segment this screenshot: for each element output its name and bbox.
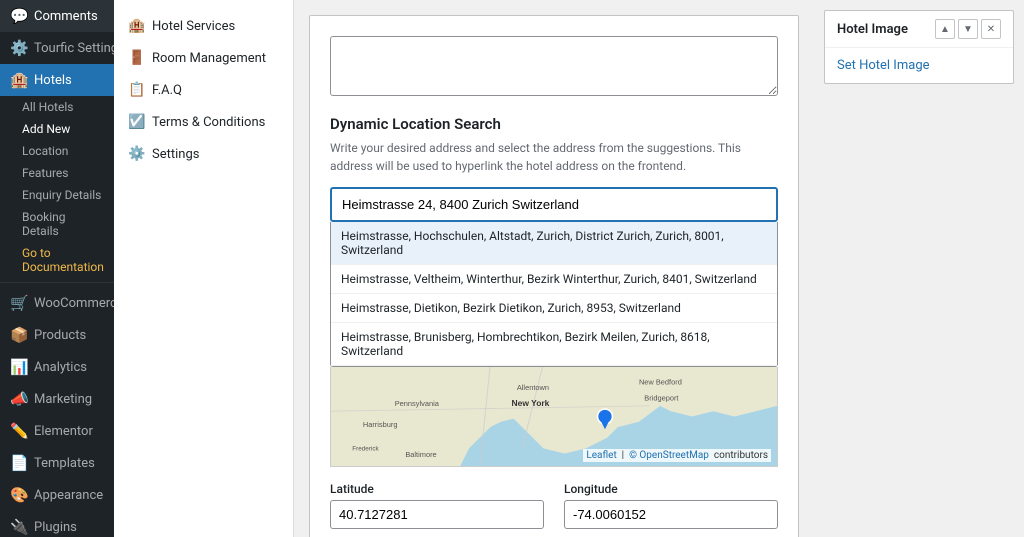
latitude-label: Latitude: [330, 482, 544, 496]
sidebar-subitem-location[interactable]: Location: [0, 140, 114, 162]
description-textarea[interactable]: [330, 36, 778, 96]
hotel-services-icon: 🏨: [128, 18, 144, 34]
sidebar-subitem-features[interactable]: Features: [0, 162, 114, 184]
hotel-image-panel-body: Set Hotel Image: [825, 48, 1013, 83]
map-credit: Leaflet | © OpenStreetMap contributors: [583, 449, 771, 462]
sidebar-item-label: Analytics: [34, 360, 87, 375]
sidebar-item-marketing[interactable]: 📣 Marketing: [0, 383, 114, 415]
main-area: 🏨 Hotel Services 🚪 Room Management 📋 F.A…: [114, 0, 1024, 537]
sidebar-divider: [0, 282, 114, 283]
tourfic-settings-icon: ⚙️: [10, 39, 28, 57]
latitude-col: Latitude: [330, 482, 544, 529]
hotel-image-title: Hotel Image: [837, 22, 908, 37]
sidebar-subitem-booking-details[interactable]: Booking Details: [0, 206, 114, 242]
longitude-col: Longitude: [564, 482, 778, 529]
submenu-settings-icon: ⚙️: [128, 146, 144, 162]
longitude-label: Longitude: [564, 482, 778, 496]
sidebar-item-plugins[interactable]: 🔌 Plugins: [0, 511, 114, 537]
sidebar-item-label: Hotels: [34, 73, 72, 88]
sidebar-item-label: WooCommerce: [34, 296, 114, 311]
sidebar-item-label: Appearance: [34, 488, 103, 503]
location-suggestion-2[interactable]: Heimstrasse, Veltheim, Winterthur, Bezir…: [331, 265, 777, 294]
location-suggestion-4[interactable]: Heimstrasse, Brunisberg, Hombrechtikon, …: [331, 323, 777, 366]
faq-icon: 📋: [128, 82, 144, 98]
sidebar: 💬 Comments ⚙️ Tourfic Settings 🏨 Hotels …: [0, 0, 114, 537]
sidebar-item-hotels[interactable]: 🏨 Hotels: [0, 64, 114, 96]
sidebar-subitem-enquiry-details[interactable]: Enquiry Details: [0, 184, 114, 206]
right-sidebar: Hotel Image ▲ ▼ ✕ Set Hotel Image: [814, 0, 1024, 537]
sidebar-item-templates[interactable]: 📄 Templates: [0, 447, 114, 479]
hotel-image-panel-header: Hotel Image ▲ ▼ ✕: [825, 11, 1013, 48]
hotel-image-up-button[interactable]: ▲: [935, 19, 955, 39]
dynamic-location-title: Dynamic Location Search: [330, 115, 778, 133]
svg-text:Bridgeport: Bridgeport: [644, 394, 678, 403]
sidebar-item-label: Marketing: [34, 392, 92, 407]
location-suggestions-dropdown: Heimstrasse, Hochschulen, Altstadt, Zuri…: [330, 222, 778, 367]
hotel-image-panel-actions: ▲ ▼ ✕: [935, 19, 1001, 39]
map-container: Pennsylvania Harrisburg New York Allento…: [330, 367, 778, 467]
location-search-input[interactable]: [330, 187, 778, 222]
svg-text:Baltimore: Baltimore: [405, 450, 436, 459]
sidebar-item-products[interactable]: 📦 Products: [0, 319, 114, 351]
dynamic-location-description: Write your desired address and select th…: [330, 139, 778, 175]
products-icon: 📦: [10, 326, 28, 344]
svg-text:Pennsylvania: Pennsylvania: [395, 399, 440, 408]
plugins-icon: 🔌: [10, 518, 28, 536]
longitude-input[interactable]: [564, 500, 778, 529]
main-panel: Dynamic Location Search Write your desir…: [309, 15, 799, 537]
location-suggestion-1[interactable]: Heimstrasse, Hochschulen, Altstadt, Zuri…: [331, 222, 777, 265]
submenu-faq[interactable]: 📋 F.A.Q: [114, 74, 293, 106]
dynamic-location-section: Dynamic Location Search Write your desir…: [330, 115, 778, 529]
sidebar-item-appearance[interactable]: 🎨 Appearance: [0, 479, 114, 511]
sidebar-subitem-documentation[interactable]: Go to Documentation: [0, 242, 114, 278]
content-area: Dynamic Location Search Write your desir…: [294, 0, 814, 537]
sidebar-item-label: Tourfic Settings: [34, 41, 114, 56]
svg-text:New York: New York: [512, 398, 550, 408]
latitude-input[interactable]: [330, 500, 544, 529]
osm-link[interactable]: © OpenStreetMap: [629, 450, 709, 461]
coordinates-row: Latitude Longitude: [330, 482, 778, 529]
hotel-image-close-button[interactable]: ✕: [981, 19, 1001, 39]
sidebar-item-label: Products: [34, 328, 86, 343]
sidebar-item-label: Comments: [34, 9, 98, 24]
appearance-icon: 🎨: [10, 486, 28, 504]
sidebar-item-comments[interactable]: 💬 Comments: [0, 0, 114, 32]
templates-icon: 📄: [10, 454, 28, 472]
elementor-icon: ✏️: [10, 422, 28, 440]
svg-text:New Bedford: New Bedford: [639, 378, 682, 387]
submenu-terms-conditions[interactable]: ☑️ Terms & Conditions: [114, 106, 293, 138]
sidebar-item-elementor[interactable]: ✏️ Elementor: [0, 415, 114, 447]
sidebar-item-woocommerce[interactable]: 🛒 WooCommerce: [0, 287, 114, 319]
hotel-image-down-button[interactable]: ▼: [958, 19, 978, 39]
location-search-wrapper: ➡ Heimstrasse, Hochschulen, Altstadt, Zu…: [330, 187, 778, 367]
hotels-icon: 🏨: [10, 71, 28, 89]
comments-icon: 💬: [10, 7, 28, 25]
room-management-icon: 🚪: [128, 50, 144, 66]
submenu-hotel-services[interactable]: 🏨 Hotel Services: [114, 10, 293, 42]
set-hotel-image-link[interactable]: Set Hotel Image: [837, 58, 930, 73]
svg-text:Harrisburg: Harrisburg: [363, 420, 398, 429]
sidebar-subitem-add-new[interactable]: Add New: [0, 118, 114, 140]
terms-icon: ☑️: [128, 114, 144, 130]
sidebar-item-label: Elementor: [34, 424, 93, 439]
sidebar-item-label: Plugins: [34, 520, 77, 535]
sidebar-item-analytics[interactable]: 📊 Analytics: [0, 351, 114, 383]
hotel-submenu: 🏨 Hotel Services 🚪 Room Management 📋 F.A…: [114, 0, 294, 537]
svg-text:Frederick: Frederick: [352, 445, 379, 452]
hotel-image-panel: Hotel Image ▲ ▼ ✕ Set Hotel Image: [824, 10, 1014, 84]
leaflet-link[interactable]: Leaflet: [586, 450, 616, 461]
analytics-icon: 📊: [10, 358, 28, 376]
sidebar-item-label: Templates: [34, 456, 95, 471]
location-suggestion-3[interactable]: Heimstrasse, Dietikon, Bezirk Dietikon, …: [331, 294, 777, 323]
submenu-settings[interactable]: ⚙️ Settings: [114, 138, 293, 170]
svg-text:Allentown: Allentown: [517, 383, 549, 392]
marketing-icon: 📣: [10, 390, 28, 408]
sidebar-subitem-all-hotels[interactable]: All Hotels: [0, 96, 114, 118]
submenu-room-management[interactable]: 🚪 Room Management: [114, 42, 293, 74]
woocommerce-icon: 🛒: [10, 294, 28, 312]
sidebar-item-tourfic-settings[interactable]: ⚙️ Tourfic Settings: [0, 32, 114, 64]
